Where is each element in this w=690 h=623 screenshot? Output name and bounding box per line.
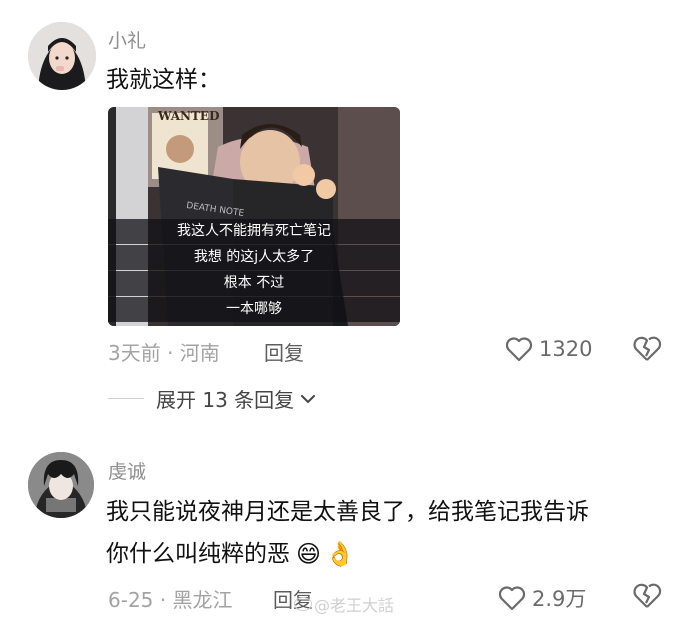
broken-heart-icon <box>633 336 662 361</box>
comment-author[interactable]: 虔诚 <box>108 457 146 484</box>
avatar[interactable] <box>28 452 94 518</box>
subtitle-1: 我这人不能拥有死亡笔记 <box>108 219 400 244</box>
avatar-girl-image <box>28 22 96 90</box>
like-count: 1320 <box>539 337 593 361</box>
chevron-down-icon <box>301 394 316 403</box>
watermark-text: @老王大話 <box>314 596 395 615</box>
subtitle-4: 一本哪够 <box>108 297 400 322</box>
like-count: 2.9万 <box>532 587 587 611</box>
heart-icon <box>505 337 533 362</box>
comment-text-line2-content: 你什么叫纯粹的恶 <box>106 541 290 567</box>
dislike-button[interactable] <box>632 335 662 367</box>
comment-text: 我就这样： <box>106 67 221 93</box>
comment-image[interactable]: WANTED DEATH NOTE 我这人不能拥有死亡笔记 我想 的这j人太多了… <box>108 107 400 326</box>
subtitle-3: 根本 不过 <box>108 271 400 296</box>
subtitle-2: 我想 的这j人太多了 <box>108 245 400 270</box>
broken-heart-icon <box>633 583 662 608</box>
comment-meta: 3天前 · 河南 <box>108 341 220 365</box>
comment-author[interactable]: 小礼 <box>108 26 146 53</box>
like-button[interactable]: 1320 <box>505 336 592 362</box>
heart-icon <box>498 586 526 611</box>
like-button[interactable]: 2.9万 <box>498 583 586 613</box>
dislike-button[interactable] <box>632 582 662 614</box>
expand-replies-button[interactable]: 展开 13 条回复 <box>108 384 316 413</box>
expand-divider <box>108 398 144 399</box>
comment-text-line2: 你什么叫纯粹的恶 😄 👌 <box>106 534 355 574</box>
weibo-logo-icon <box>294 597 312 611</box>
expand-replies-label: 展开 13 条回复 <box>156 388 295 412</box>
grin-emoji: 😄 <box>296 540 322 568</box>
comment-meta: 6-25 · 黑龙江 <box>108 588 233 612</box>
ok-hand-emoji: 👌 <box>325 540 355 568</box>
wanted-poster-text: WANTED <box>158 109 220 123</box>
watermark: @老王大話 <box>294 592 394 616</box>
comment-text-line1: 我只能说夜神月还是太善良了，给我笔记我告诉 <box>106 499 589 525</box>
avatar-anime-image <box>28 452 94 518</box>
reply-button[interactable]: 回复 <box>264 337 304 366</box>
avatar[interactable] <box>28 22 96 90</box>
